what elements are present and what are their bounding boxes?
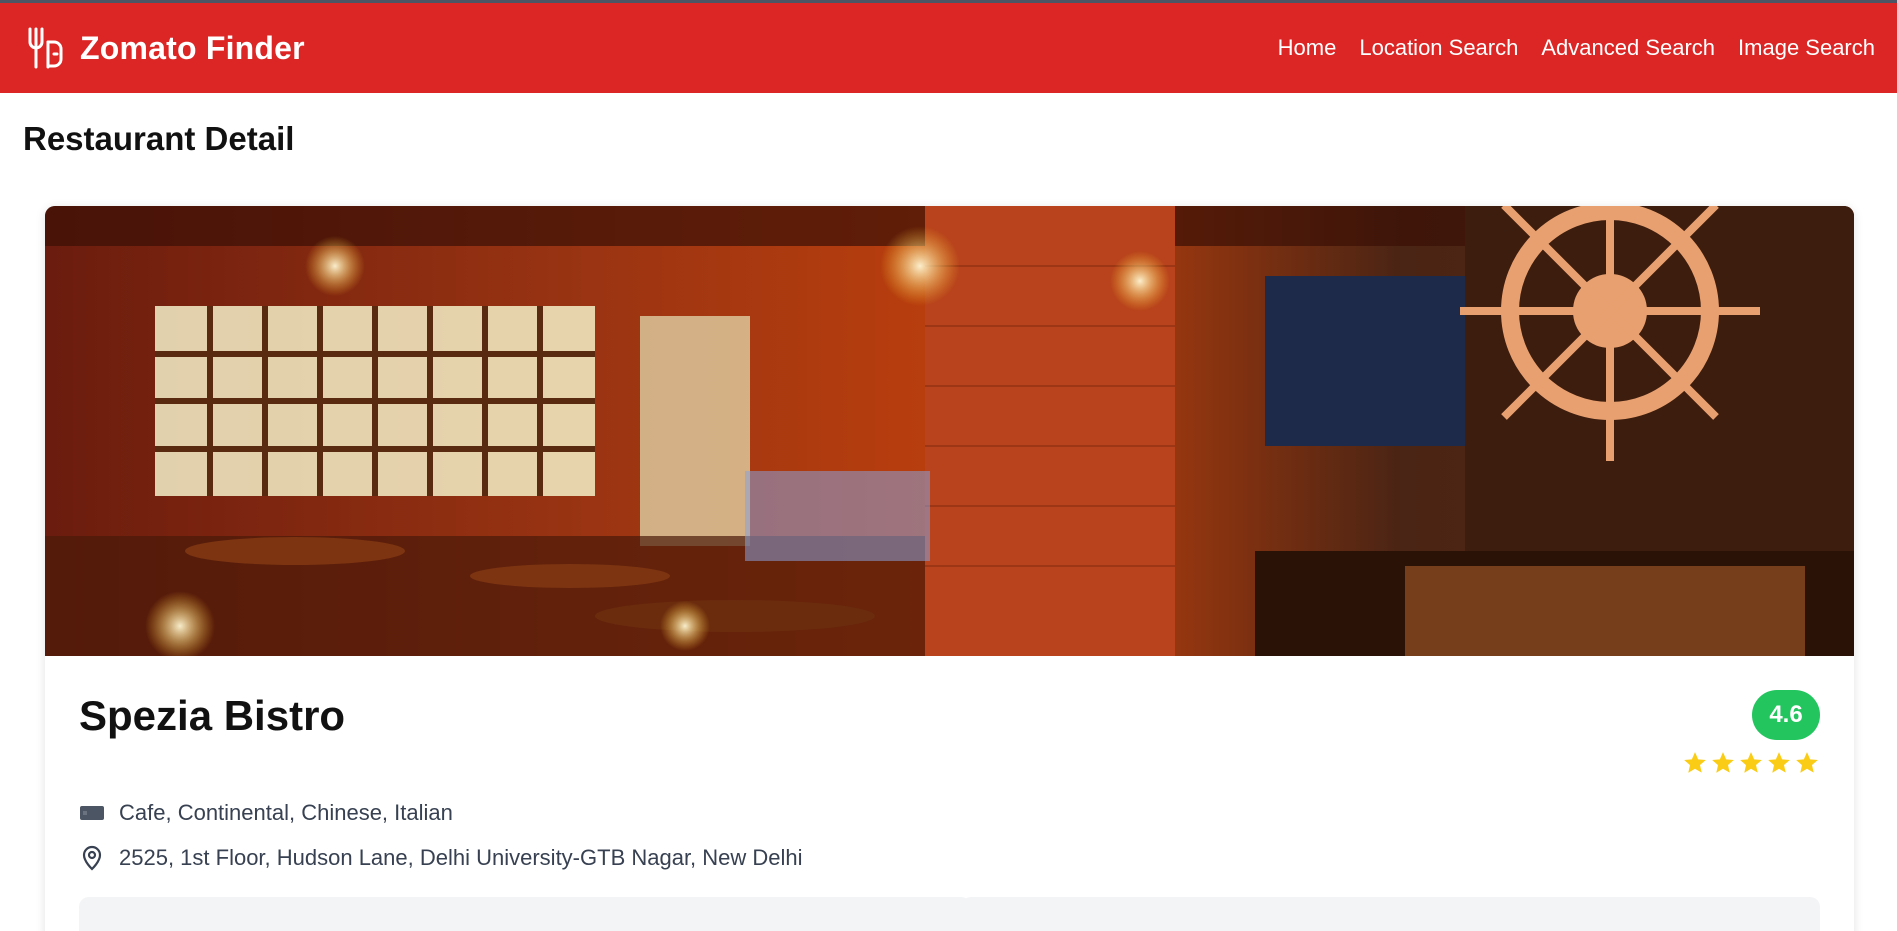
nav-image-search[interactable]: Image Search (1738, 35, 1875, 61)
nav-home[interactable]: Home (1278, 35, 1337, 61)
brand[interactable]: Zomato Finder (24, 24, 305, 72)
restaurant-card: Spezia Bistro 4.6 Cafe, Continental, Chi… (45, 206, 1854, 931)
star-rating (1682, 750, 1820, 776)
app-name: Zomato Finder (80, 29, 305, 66)
rating-badge: 4.6 (1752, 690, 1820, 740)
navbar: Zomato Finder Home Location Search Advan… (0, 3, 1897, 93)
star-icon (1712, 752, 1734, 773)
restaurant-name: Spezia Bistro (79, 692, 346, 739)
map-pin-icon (79, 845, 105, 871)
fork-utensil-icon (24, 24, 66, 72)
page-title: Restaurant Detail (23, 120, 295, 157)
star-icon (1768, 752, 1790, 773)
nav-location-search[interactable]: Location Search (1359, 35, 1518, 61)
info-panel-left (79, 897, 971, 931)
star-icon (1740, 752, 1762, 773)
star-icon (1796, 752, 1818, 773)
nav-links: Home Location Search Advanced Search Ima… (1278, 35, 1875, 61)
info-panel-right (961, 897, 1820, 931)
star-icon (1684, 752, 1706, 773)
cuisines-row: Cafe, Continental, Chinese, Italian (79, 800, 453, 826)
address-text: 2525, 1st Floor, Hudson Lane, Delhi Univ… (119, 845, 803, 870)
address-row: 2525, 1st Floor, Hudson Lane, Delhi Univ… (79, 845, 803, 871)
nav-advanced-search[interactable]: Advanced Search (1541, 35, 1715, 61)
rating-box: 4.6 (1682, 690, 1820, 776)
utensils-icon (79, 800, 105, 826)
cuisines-text: Cafe, Continental, Chinese, Italian (119, 800, 453, 825)
restaurant-image (45, 206, 1854, 661)
